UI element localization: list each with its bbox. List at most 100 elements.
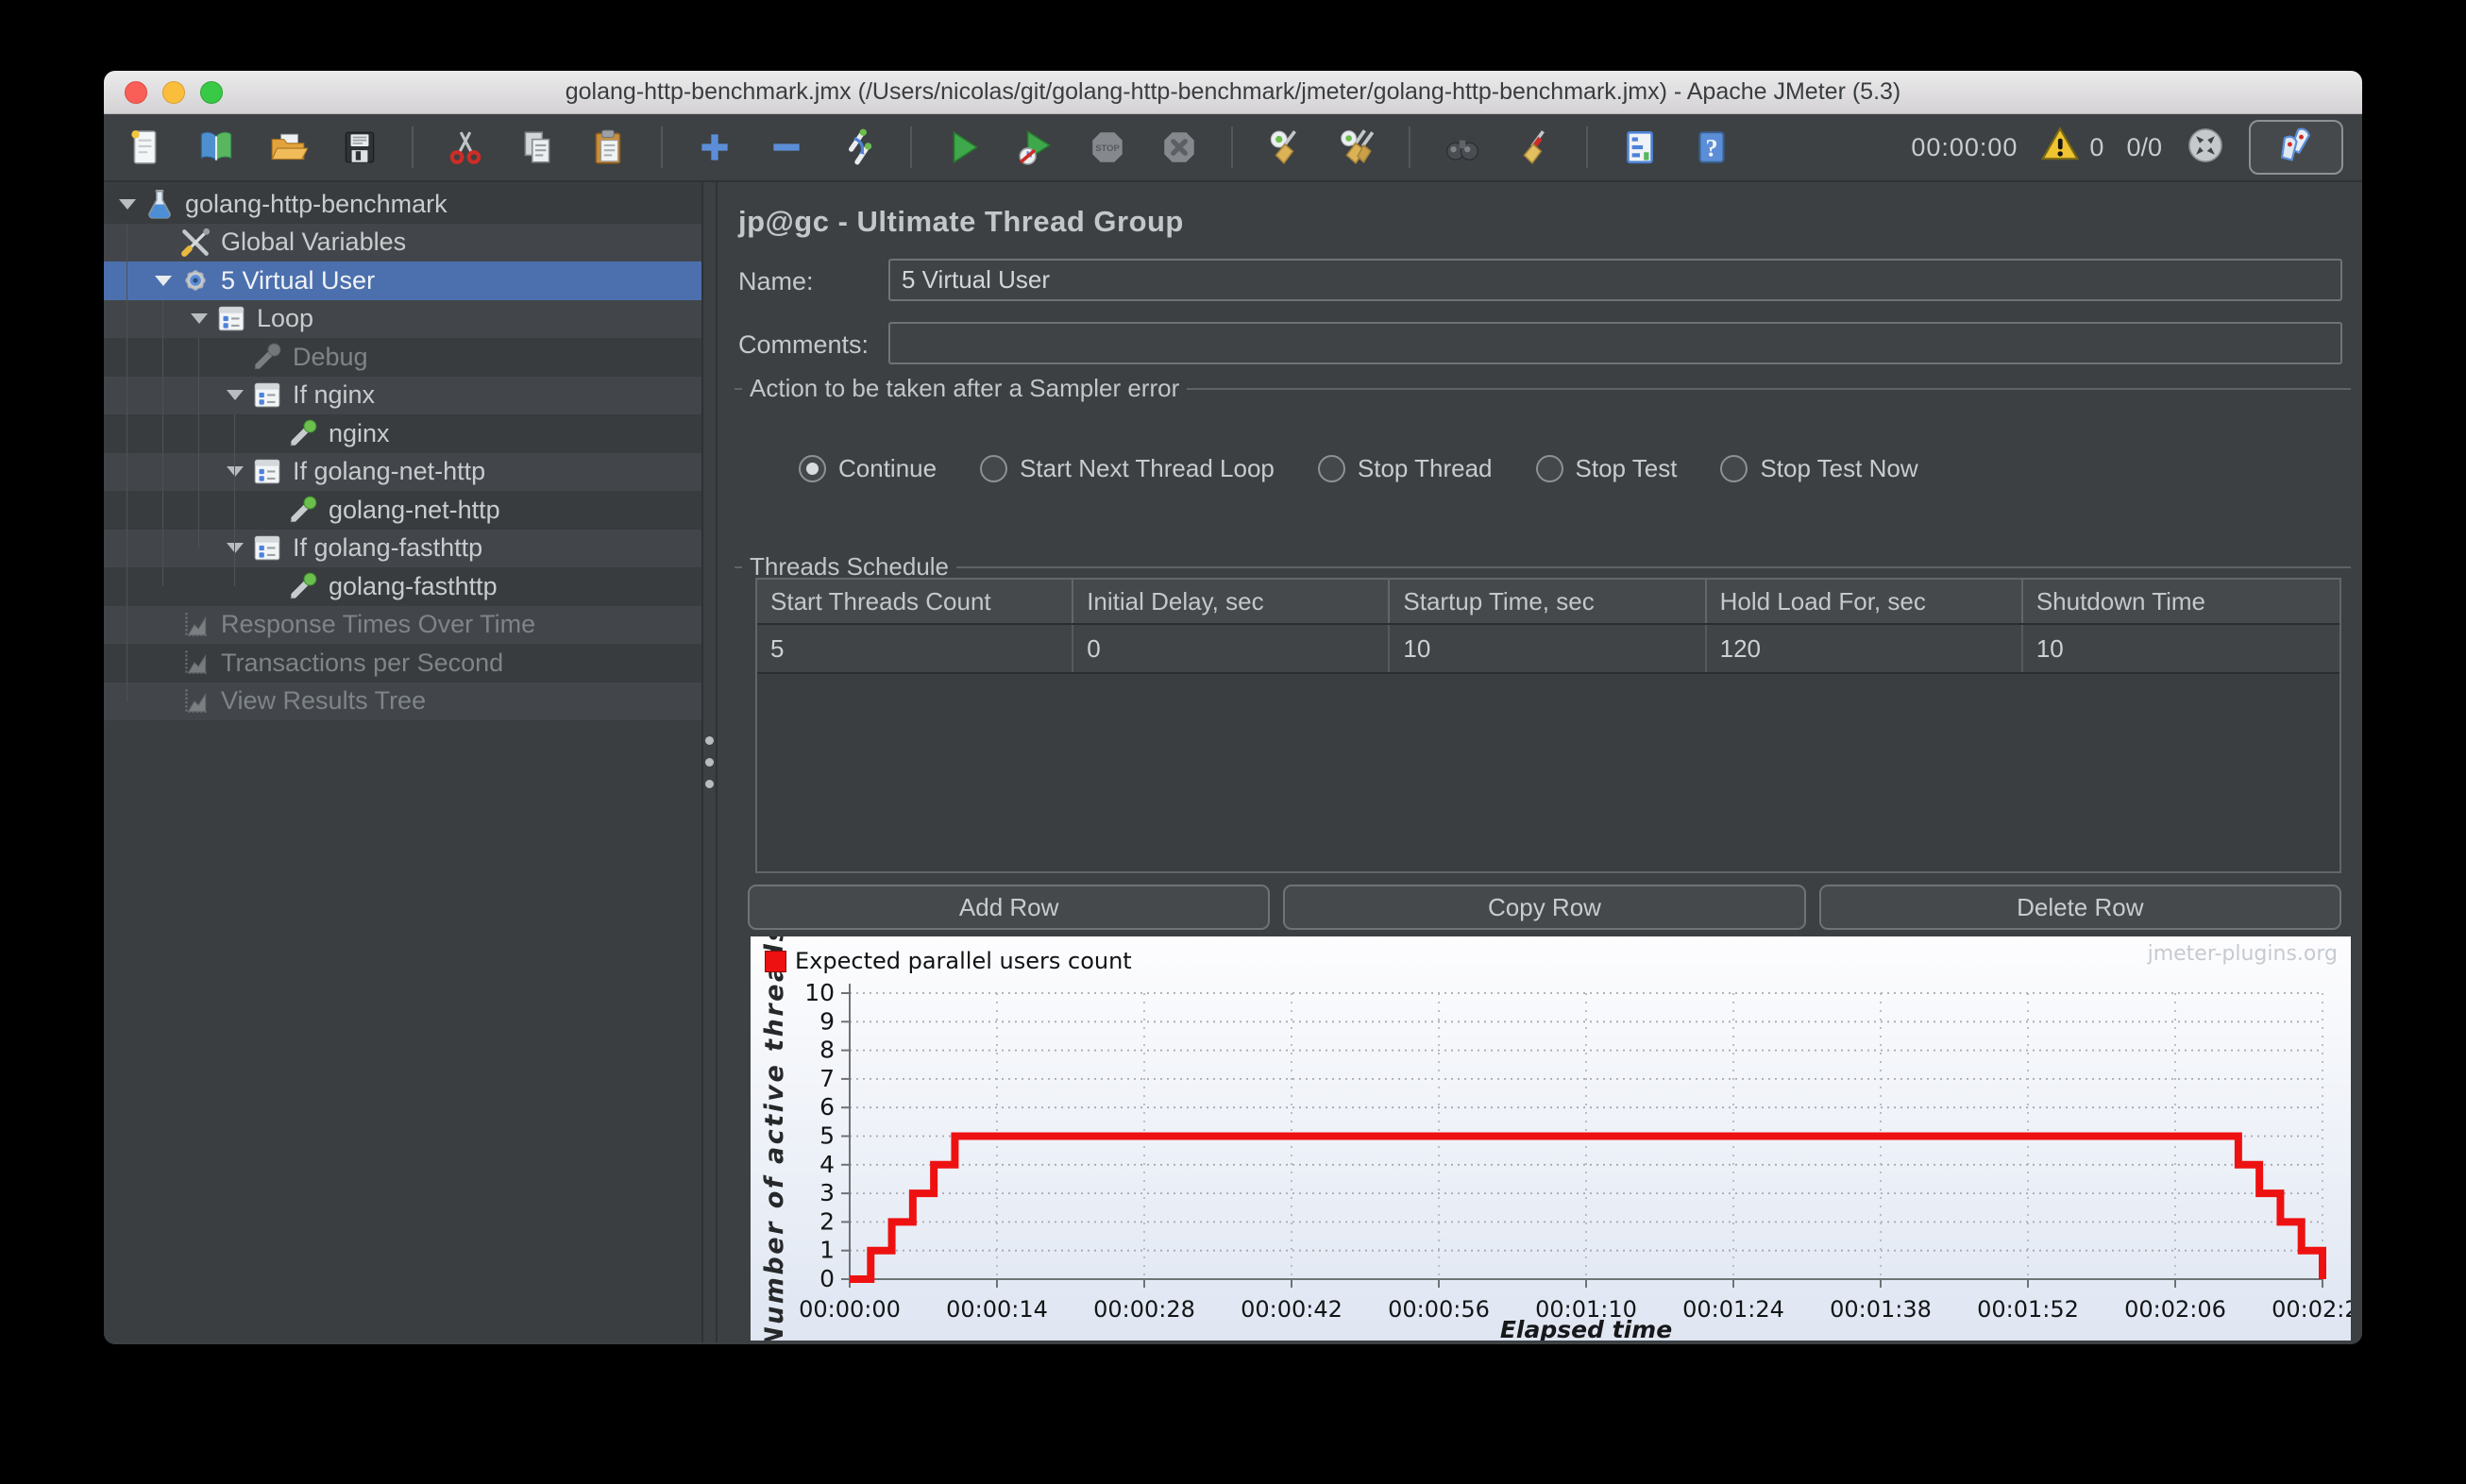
- copy-icon[interactable]: [515, 126, 559, 169]
- tree-item-golang-http-benchmark[interactable]: golang-http-benchmark: [104, 185, 701, 224]
- radio-circle[interactable]: [1535, 455, 1563, 482]
- svg-text:00:00:14: 00:00:14: [946, 1296, 1048, 1323]
- search-icon[interactable]: [1441, 126, 1484, 169]
- table-header-row: Start Threads Count Initial Delay, sec Sta…: [757, 580, 2339, 625]
- new-icon[interactable]: [123, 126, 166, 169]
- panel-title: jp@gc - Ultimate Thread Group: [738, 205, 1184, 238]
- table-cell-shutdown-time[interactable]: 10: [2023, 625, 2339, 672]
- save-icon[interactable]: [338, 126, 381, 169]
- radio-stop-thread[interactable]: Stop Thread: [1317, 454, 1493, 483]
- tree-item-loop[interactable]: Loop: [104, 299, 701, 338]
- radio-circle[interactable]: [980, 455, 1008, 482]
- remote-start-icon[interactable]: [2185, 125, 2226, 171]
- column-header-startup-time-sec[interactable]: Startup Time, sec: [1390, 580, 1707, 623]
- tree-item-nginx[interactable]: nginx: [104, 414, 701, 453]
- radio-circle[interactable]: [1720, 455, 1748, 482]
- plugins-manager-button[interactable]: [2249, 120, 2343, 175]
- tree-item-response-times-over-time[interactable]: Response Times Over Time: [104, 605, 701, 644]
- open-icon[interactable]: [266, 126, 310, 169]
- radio-stop-test-now[interactable]: Stop Test Now: [1720, 454, 1918, 483]
- radio-circle[interactable]: [799, 455, 826, 482]
- tree-item-label: View Results Tree: [221, 686, 427, 716]
- help-icon[interactable]: ?: [1690, 126, 1733, 169]
- tree-item-label: 5 Virtual User: [221, 265, 376, 295]
- column-header-hold-load-for-sec[interactable]: Hold Load For, sec: [1707, 580, 2023, 623]
- expand-arrow-icon[interactable]: [227, 543, 244, 554]
- column-header-initial-delay-sec[interactable]: Initial Delay, sec: [1073, 580, 1391, 623]
- expand-arrow-icon[interactable]: [227, 466, 244, 478]
- comments-input[interactable]: [888, 322, 2342, 364]
- cut-icon[interactable]: [444, 126, 487, 169]
- tree-item-label: Debug: [293, 342, 368, 371]
- radio-label: Stop Test Now: [1760, 454, 1918, 482]
- table-cell-hold-load-for-sec[interactable]: 120: [1707, 625, 2023, 672]
- expand-arrow-icon[interactable]: [119, 198, 136, 210]
- svg-text:1: 1: [819, 1237, 835, 1264]
- svg-text:2: 2: [819, 1207, 835, 1235]
- expand-arrow-icon[interactable]: [227, 390, 244, 401]
- tree-item-label: Loop: [257, 304, 314, 333]
- tree-item-label: golang-http-benchmark: [185, 189, 448, 218]
- chart-watermark: jmeter-plugins.org: [2147, 942, 2338, 966]
- tree-item-golang-fasthttp[interactable]: golang-fasthttp: [104, 567, 701, 606]
- expand-arrow-icon[interactable]: [191, 313, 208, 325]
- radio-circle[interactable]: [1317, 455, 1345, 482]
- svg-text:00:00:42: 00:00:42: [1241, 1296, 1343, 1323]
- svg-text:7: 7: [819, 1065, 835, 1092]
- radio-start-next-thread-loop[interactable]: Start Next Thread Loop: [980, 454, 1275, 483]
- svg-text:00:00:56: 00:00:56: [1388, 1296, 1490, 1323]
- table-cell-startup-time-sec[interactable]: 10: [1390, 625, 1707, 672]
- add-row-button[interactable]: Add Row: [748, 885, 1271, 930]
- start-icon[interactable]: [942, 126, 986, 169]
- tree-item-label: Transactions per Second: [221, 648, 504, 677]
- clear-icon[interactable]: [1263, 126, 1307, 169]
- minimize-window-button[interactable]: [162, 81, 185, 104]
- delete-row-button[interactable]: Delete Row: [1818, 885, 2341, 930]
- table-cell-start-threads-count[interactable]: 5: [757, 625, 1074, 672]
- name-label: Name:: [738, 267, 814, 295]
- tree-item-label: Global Variables: [221, 228, 407, 257]
- tree-item-if-golang-net-http[interactable]: If golang-net-http: [104, 452, 701, 491]
- table-row-buttons: Add Row Copy Row Delete Row: [748, 885, 2341, 930]
- table-cell-initial-delay-sec[interactable]: 0: [1073, 625, 1391, 672]
- threads-schedule-table: Start Threads Count Initial Delay, sec Sta…: [755, 578, 2341, 873]
- clear-all-icon[interactable]: [1335, 126, 1378, 169]
- radio-label: Continue: [838, 454, 937, 482]
- column-header-shutdown-time[interactable]: Shutdown Time: [2023, 580, 2339, 623]
- copy-row-button[interactable]: Copy Row: [1283, 885, 1806, 930]
- tree-item-transactions-per-second[interactable]: Transactions per Second: [104, 644, 701, 683]
- paste-icon[interactable]: [587, 126, 631, 169]
- collapse-all-icon[interactable]: [765, 126, 808, 169]
- tree-item-if-golang-fasthttp[interactable]: If golang-fasthttp: [104, 529, 701, 567]
- radio-continue[interactable]: Continue: [799, 454, 937, 483]
- function-helper-icon[interactable]: [1618, 126, 1662, 169]
- templates-icon[interactable]: [194, 126, 238, 169]
- log-errors-indicator[interactable]: 0: [2040, 125, 2103, 171]
- tree-item-golang-net-http[interactable]: golang-net-http: [104, 491, 701, 530]
- expand-all-icon[interactable]: [693, 126, 736, 169]
- stop-icon[interactable]: STOP: [1086, 126, 1129, 169]
- tree-item-label: If golang-net-http: [293, 457, 486, 486]
- tree-item-debug[interactable]: Debug: [104, 338, 701, 377]
- expand-arrow-icon[interactable]: [155, 275, 172, 286]
- toggle-icon[interactable]: [836, 126, 880, 169]
- action-group-border: Action to be taken after a Sampler error: [735, 374, 2351, 403]
- column-header-start-threads-count[interactable]: Start Threads Count: [757, 580, 1074, 623]
- sampler-error-action-radios: Continue Start Next Thread Loop Stop Threa…: [799, 454, 1918, 483]
- tree-item-global-variables[interactable]: Global Variables: [104, 223, 701, 261]
- shutdown-icon[interactable]: [1157, 126, 1201, 169]
- search-reset-icon[interactable]: [1512, 126, 1556, 169]
- tree-item-view-results-tree[interactable]: View Results Tree: [104, 682, 701, 720]
- zoom-window-button[interactable]: [200, 81, 223, 104]
- panel-splitter[interactable]: [701, 182, 718, 1342]
- svg-text:9: 9: [819, 1007, 835, 1035]
- radio-stop-test[interactable]: Stop Test: [1535, 454, 1677, 483]
- comments-label: Comments:: [738, 330, 870, 359]
- start-no-timers-icon[interactable]: [1014, 126, 1057, 169]
- tree-item-if-nginx[interactable]: If nginx: [104, 376, 701, 414]
- name-input[interactable]: [888, 259, 2342, 301]
- close-window-button[interactable]: [125, 81, 147, 104]
- svg-text:00:00:28: 00:00:28: [1093, 1296, 1195, 1323]
- svg-text:00:00:00: 00:00:00: [799, 1296, 901, 1323]
- tree-item-5-virtual-user[interactable]: 5 Virtual User: [104, 261, 701, 300]
